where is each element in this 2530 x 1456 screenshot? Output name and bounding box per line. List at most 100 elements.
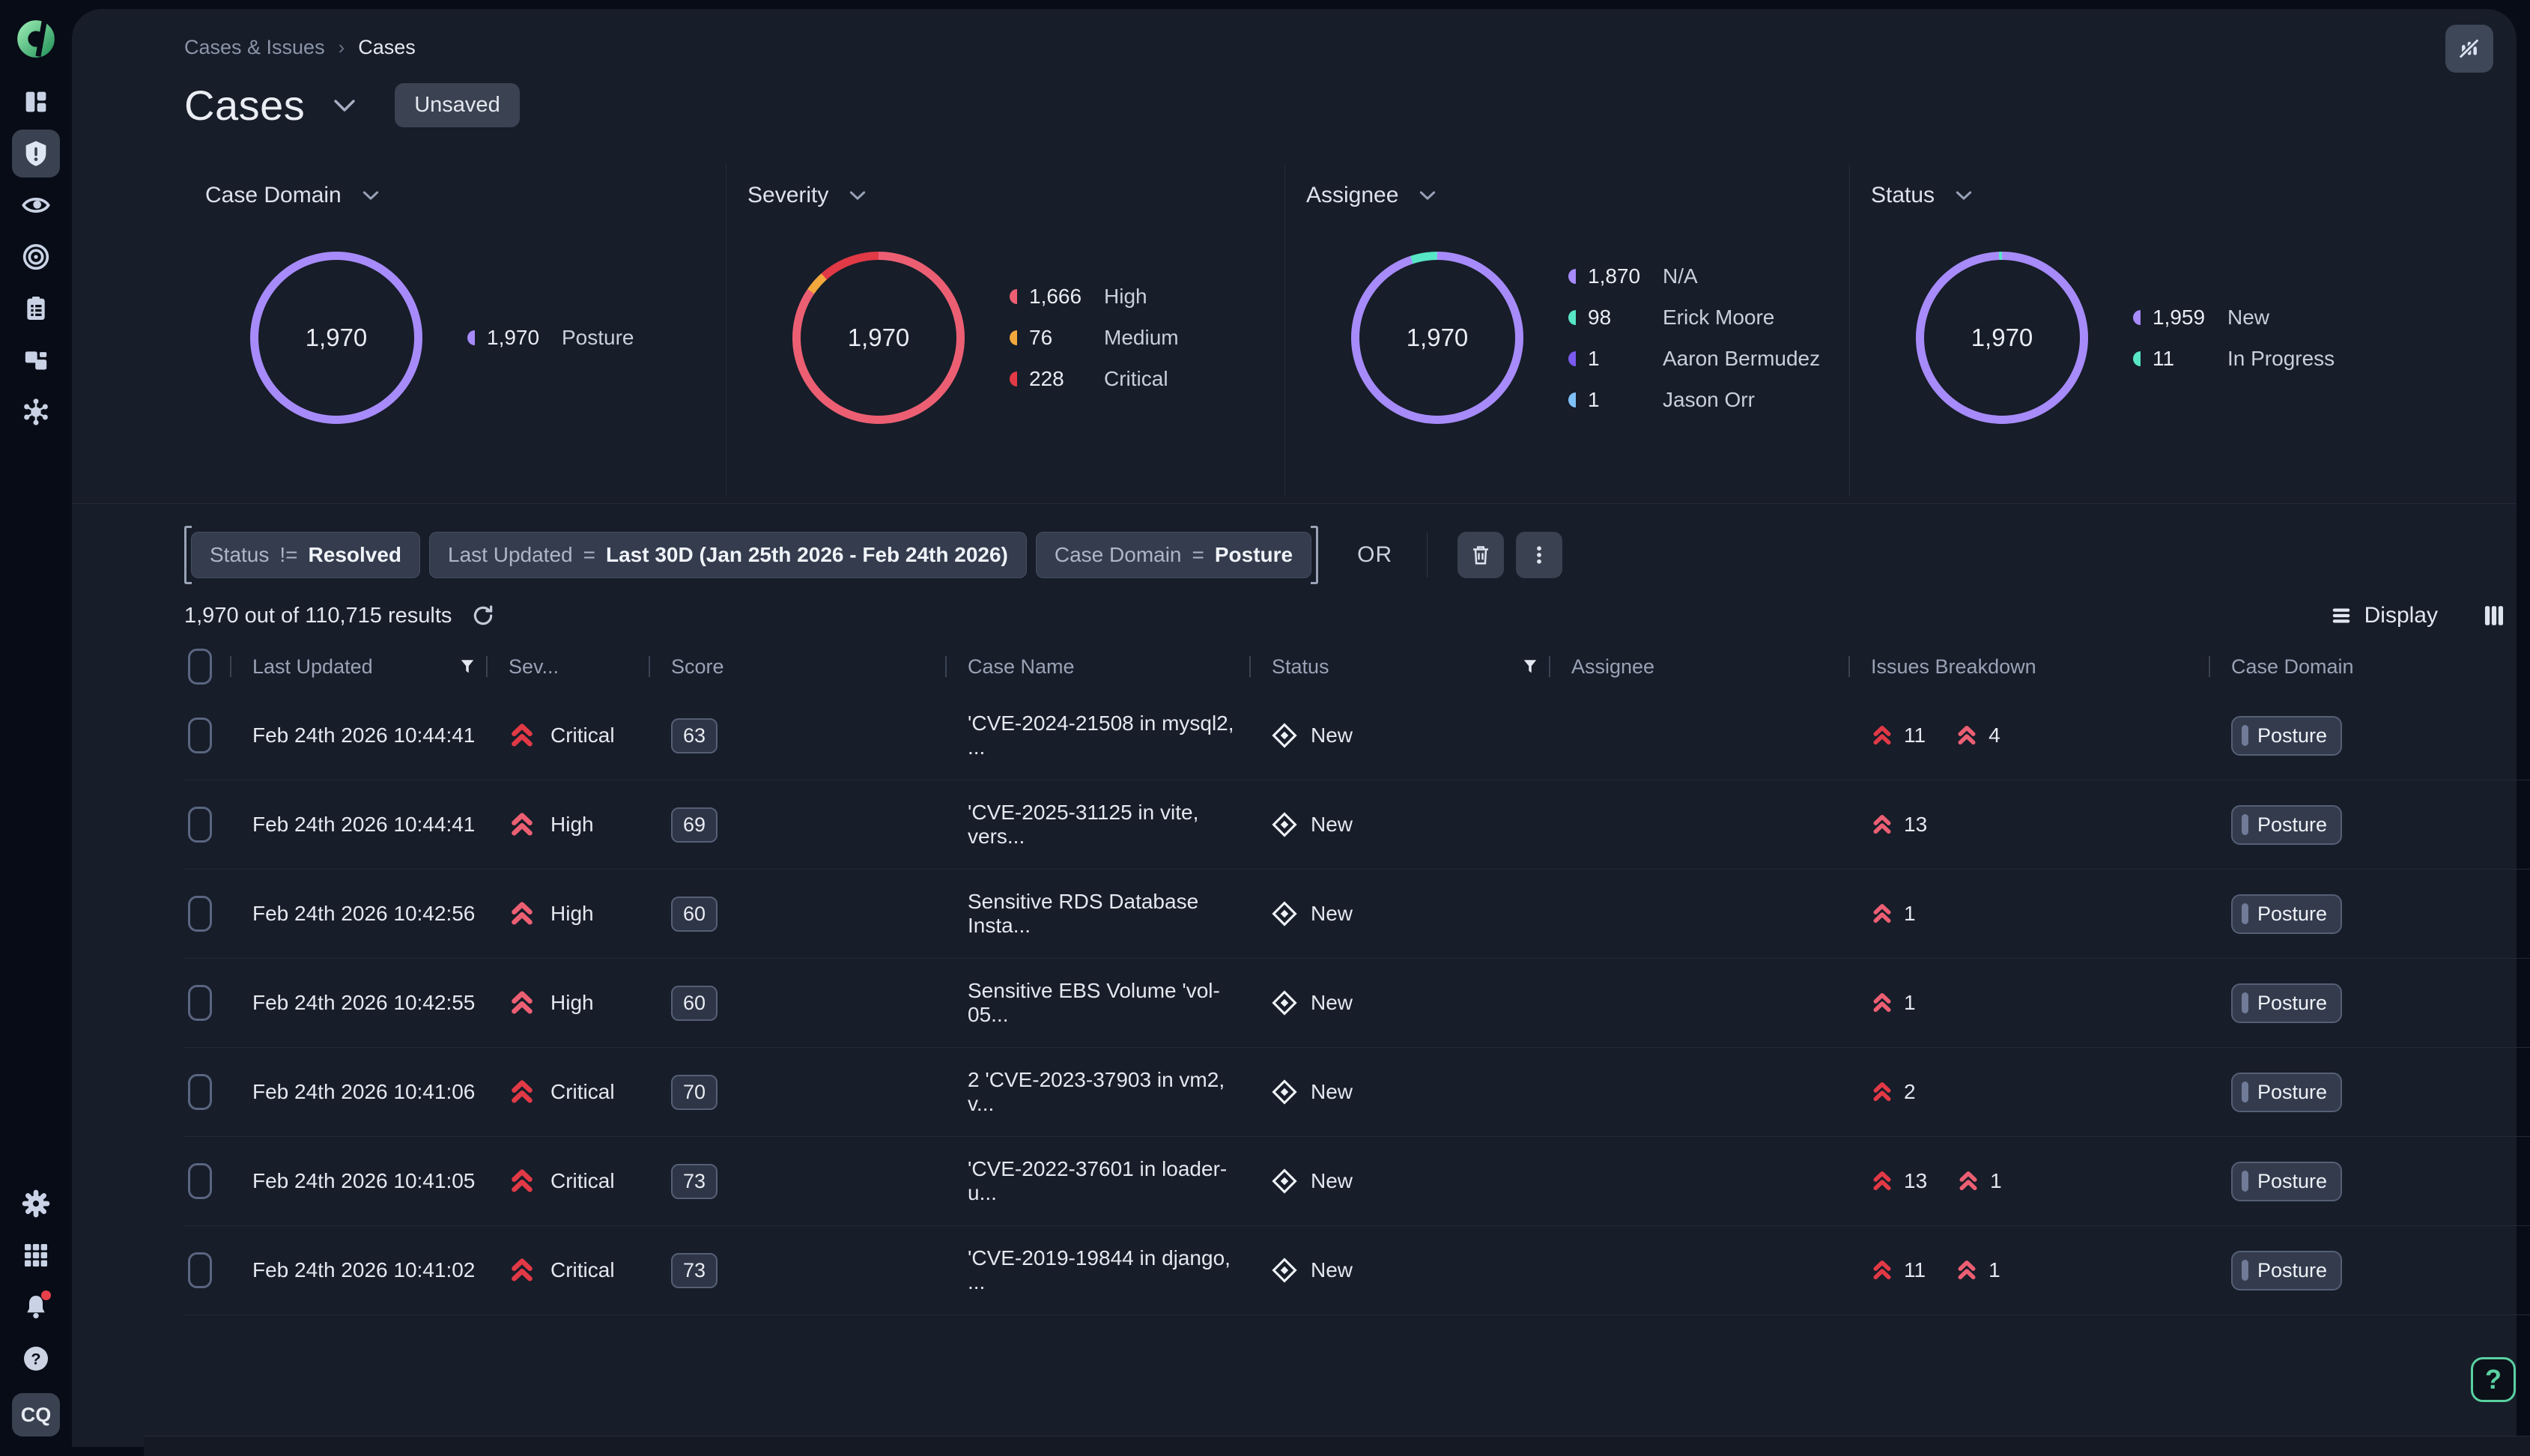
sidebar-item-compliance[interactable] bbox=[12, 285, 60, 333]
select-all-checkbox[interactable] bbox=[188, 649, 212, 685]
cell-case-name[interactable]: Sensitive EBS Volume 'vol-05... bbox=[945, 979, 1249, 1027]
column-label: Case Name bbox=[968, 655, 1075, 679]
row-checkbox[interactable] bbox=[188, 1163, 212, 1199]
column-header-status[interactable]: Status bbox=[1249, 642, 1549, 691]
legend-item[interactable]: 228 Critical bbox=[1010, 367, 1179, 391]
issue-count-value: 4 bbox=[1988, 724, 2000, 747]
delete-filters-button[interactable] bbox=[1457, 532, 1504, 578]
table-row[interactable]: Feb 24th 2026 10:44:41 High 69 'CVE-2025… bbox=[184, 780, 2530, 870]
cell-last-updated: Feb 24th 2026 10:41:06 bbox=[230, 1080, 486, 1104]
column-header-sev-[interactable]: Sev... bbox=[486, 642, 649, 691]
filter-funnel-icon[interactable] bbox=[459, 658, 476, 676]
cell-case-name[interactable]: 'CVE-2024-21508 in mysql2, ... bbox=[945, 712, 1249, 759]
domain-pill-icon bbox=[2242, 725, 2248, 746]
legend-item[interactable]: 1,666 High bbox=[1010, 285, 1179, 309]
legend-item[interactable]: 98 Erick Moore bbox=[1568, 306, 1820, 330]
filter-funnel-icon[interactable] bbox=[1522, 658, 1538, 676]
legend-item[interactable]: 1 Jason Orr bbox=[1568, 388, 1820, 412]
chart-title-dropdown[interactable]: Status bbox=[1871, 183, 1972, 208]
cell-case-name[interactable]: Sensitive RDS Database Insta... bbox=[945, 890, 1249, 938]
legend-value: 1,970 bbox=[487, 326, 562, 350]
row-checkbox[interactable] bbox=[188, 1074, 212, 1110]
sidebar-item-cases[interactable] bbox=[12, 130, 60, 178]
sidebar-item-dashboard[interactable] bbox=[12, 78, 60, 126]
cell-case-name[interactable]: 2 'CVE-2023-37903 in vm2, v... bbox=[945, 1068, 1249, 1116]
case-domain-badge: Posture bbox=[2231, 983, 2342, 1023]
column-header-last-updated[interactable]: Last Updated bbox=[230, 642, 486, 691]
cell-severity: High bbox=[486, 811, 649, 838]
donut-chart[interactable]: 1,970 bbox=[1916, 252, 2088, 424]
clipboard-list-icon bbox=[21, 294, 51, 324]
sidebar-item-attack-paths[interactable] bbox=[12, 233, 60, 281]
cell-case-name[interactable]: 'CVE-2022-37601 in loader-u... bbox=[945, 1157, 1249, 1205]
cell-status: New bbox=[1249, 1258, 1549, 1283]
user-avatar[interactable]: CQ bbox=[12, 1393, 60, 1437]
row-checkbox[interactable] bbox=[188, 807, 212, 843]
chip-field: Case Domain bbox=[1055, 543, 1182, 567]
chart-title-dropdown[interactable]: Assignee bbox=[1306, 183, 1436, 208]
help-menu-button[interactable]: ? bbox=[12, 1335, 60, 1383]
legend-item[interactable]: 11 In Progress bbox=[2133, 347, 2335, 371]
cell-case-name[interactable]: 'CVE-2019-19844 in django, ... bbox=[945, 1246, 1249, 1294]
columns-button[interactable] bbox=[2481, 603, 2507, 628]
row-checkbox[interactable] bbox=[188, 985, 212, 1021]
status-new-icon bbox=[1272, 812, 1297, 837]
donut-chart[interactable]: 1,970 bbox=[792, 252, 965, 424]
notifications-muted-button[interactable] bbox=[2445, 25, 2493, 73]
display-button[interactable]: Display bbox=[2330, 603, 2438, 628]
table-header-row: Last Updated Sev... Score Case Name Stat… bbox=[184, 642, 2530, 691]
apps-grid-button[interactable] bbox=[12, 1231, 60, 1279]
table-row[interactable]: Feb 24th 2026 10:42:55 High 60 Sensitive… bbox=[184, 959, 2530, 1048]
column-label: Score bbox=[671, 655, 724, 679]
filter-chip[interactable]: Case Domain = Posture bbox=[1036, 532, 1311, 578]
row-checkbox[interactable] bbox=[188, 896, 212, 932]
donut-chart[interactable]: 1,970 bbox=[1351, 252, 1523, 424]
sidebar-item-inventory[interactable] bbox=[12, 336, 60, 384]
score-badge: 60 bbox=[671, 986, 718, 1021]
sidebar-item-threats[interactable] bbox=[12, 388, 60, 436]
legend-label: N/A bbox=[1663, 264, 1698, 288]
column-header-case-domain[interactable]: Case Domain bbox=[2209, 642, 2530, 691]
chart-section-assignee: Assignee 1,970 1,870 N/A 98 Erick Moore 1… bbox=[1285, 165, 1850, 496]
legend-value: 98 bbox=[1588, 306, 1663, 330]
table-row[interactable]: Feb 24th 2026 10:41:05 Critical 73 'CVE-… bbox=[184, 1137, 2530, 1226]
filter-chip[interactable]: Last Updated = Last 30D (Jan 25th 2026 -… bbox=[429, 532, 1027, 578]
donut-chart[interactable]: 1,970 bbox=[250, 252, 422, 424]
table-row[interactable]: Feb 24th 2026 10:44:41 Critical 63 'CVE-… bbox=[184, 691, 2530, 780]
chart-title-dropdown[interactable]: Severity bbox=[747, 183, 866, 208]
legend-item[interactable]: 1 Aaron Bermudez bbox=[1568, 347, 1820, 371]
cell-case-name[interactable]: 'CVE-2025-31125 in vite, vers... bbox=[945, 801, 1249, 849]
cases-table: Last Updated Sev... Score Case Name Stat… bbox=[184, 642, 2530, 1315]
cell-issues-breakdown: 111 bbox=[1848, 1258, 2209, 1282]
notifications-button[interactable] bbox=[12, 1283, 60, 1331]
orca-logo-icon[interactable] bbox=[16, 19, 55, 58]
settings-button[interactable] bbox=[12, 1180, 60, 1228]
title-chevron-down-icon[interactable] bbox=[333, 99, 356, 112]
row-checkbox[interactable] bbox=[188, 718, 212, 753]
column-header-score[interactable]: Score bbox=[649, 642, 945, 691]
legend-item[interactable]: 1,970 Posture bbox=[467, 326, 634, 350]
legend-item[interactable]: 1,959 New bbox=[2133, 306, 2335, 330]
filter-more-options-button[interactable] bbox=[1516, 532, 1562, 578]
legend-value: 1 bbox=[1588, 347, 1663, 371]
sidebar-item-discovery[interactable] bbox=[12, 181, 60, 229]
table-row[interactable]: Feb 24th 2026 10:41:02 Critical 73 'CVE-… bbox=[184, 1226, 2530, 1315]
row-checkbox[interactable] bbox=[188, 1252, 212, 1288]
column-header-assignee[interactable]: Assignee bbox=[1549, 642, 1848, 691]
column-header-case-name[interactable]: Case Name bbox=[945, 642, 1249, 691]
charts-row: Case Domain 1,970 1,970 Posture Severity 1,… bbox=[184, 165, 2530, 496]
legend-item[interactable]: 1,870 N/A bbox=[1568, 264, 1820, 288]
gear-icon bbox=[21, 1189, 51, 1219]
legend-value: 1,870 bbox=[1588, 264, 1663, 288]
column-header-issues-breakdown[interactable]: Issues Breakdown bbox=[1848, 642, 2209, 691]
chart-title-dropdown[interactable]: Case Domain bbox=[205, 183, 379, 208]
breadcrumb-cases[interactable]: Cases bbox=[358, 36, 416, 59]
breadcrumb-cases-issues[interactable]: Cases & Issues bbox=[184, 36, 325, 59]
table-row[interactable]: Feb 24th 2026 10:42:56 High 60 Sensitive… bbox=[184, 870, 2530, 959]
donut-hole: 1,970 bbox=[258, 260, 414, 416]
table-row[interactable]: Feb 24th 2026 10:41:06 Critical 70 2 'CV… bbox=[184, 1048, 2530, 1137]
filter-chip[interactable]: Status != Resolved bbox=[191, 532, 420, 578]
refresh-button[interactable] bbox=[471, 604, 495, 628]
legend-item[interactable]: 76 Medium bbox=[1010, 326, 1179, 350]
help-button[interactable]: ? bbox=[2471, 1357, 2516, 1402]
